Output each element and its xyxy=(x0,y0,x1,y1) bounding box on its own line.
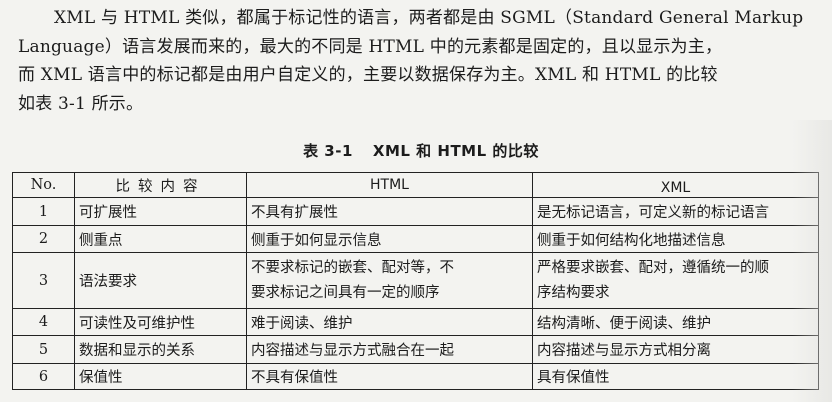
cell-line: 序结构要求 xyxy=(537,284,610,301)
cell-no: 2 xyxy=(12,225,75,253)
header-no: No. xyxy=(12,172,75,198)
paragraph-line: XML 与 HTML 类似，都属于标记性的语言，两者都是由 SGML（Stand… xyxy=(54,8,804,28)
table-title: XML 和 HTML 的比较 xyxy=(372,142,539,160)
cell-line: 不要求标记的嵌套、配对等，不 xyxy=(251,259,454,276)
cell-html: 不具有保值性 xyxy=(246,363,533,390)
cell-line: 严格要求嵌套、配对，遵循统一的顺 xyxy=(537,259,769,276)
cell-content: 可读性及可维护性 xyxy=(74,308,247,336)
cell-line: 侧重于如何显示信息 xyxy=(251,232,382,249)
header-html: HTML xyxy=(246,172,533,198)
cell-html: 侧重于如何显示信息 xyxy=(246,225,533,253)
document-page: XML 与 HTML 类似，都属于标记性的语言，两者都是由 SGML（Stand… xyxy=(0,0,832,402)
cell-no: 4 xyxy=(12,308,75,336)
cell-line: 难于阅读、维护 xyxy=(251,315,353,332)
cell-no: 3 xyxy=(12,252,75,309)
cell-xml: 是无标记语言，可定义新的标记语言 xyxy=(532,197,819,226)
cell-xml: 结构清晰、便于阅读、维护 xyxy=(532,308,819,336)
table-header-row: No. 比较内容 HTML XML xyxy=(12,172,819,198)
table-row: 3 语法要求 不要求标记的嵌套、配对等，不 要求标记之间具有一定的顺序 严格要求… xyxy=(12,252,819,309)
cell-line: 内容描述与显示方式相分离 xyxy=(537,343,711,359)
table-caption: 表 3-1 XML 和 HTML 的比较 xyxy=(0,140,832,161)
cell-xml: 具有保值性 xyxy=(532,363,819,390)
comparison-table: No. 比较内容 HTML XML 1 可扩展性 不具有扩展性 是无标记语言，可… xyxy=(12,172,819,390)
cell-content: 语法要求 xyxy=(74,252,247,309)
cell-content: 可扩展性 xyxy=(74,197,247,226)
cell-line: 不具有扩展性 xyxy=(251,205,338,221)
cell-line: 内容描述与显示方式融合在一起 xyxy=(251,343,454,359)
cell-no: 6 xyxy=(12,363,75,390)
cell-line: 侧重于如何结构化地描述信息 xyxy=(537,232,726,249)
paragraph-line: Language）语言发展而来的，最大的不同是 HTML 中的元素都是固定的，且… xyxy=(18,36,723,57)
table-row: 2 侧重点 侧重于如何显示信息 侧重于如何结构化地描述信息 xyxy=(12,225,819,253)
cell-html: 难于阅读、维护 xyxy=(246,308,533,336)
cell-line: 是无标记语言，可定义新的标记语言 xyxy=(537,205,769,221)
cell-line: 结构清晰、便于阅读、维护 xyxy=(537,315,711,332)
paragraph-line: 而 XML 语言中的标记都是由用户自定义的，主要以数据保存为主。XML 和 HT… xyxy=(18,65,718,85)
cell-content: 数据和显示的关系 xyxy=(74,335,247,364)
table-number: 表 3-1 xyxy=(303,142,353,160)
cell-line: 具有保值性 xyxy=(537,370,610,386)
cell-xml: 内容描述与显示方式相分离 xyxy=(532,335,819,364)
cell-line: 不具有保值性 xyxy=(251,370,338,386)
table-row: 1 可扩展性 不具有扩展性 是无标记语言，可定义新的标记语言 xyxy=(12,197,819,226)
cell-html: 不具有扩展性 xyxy=(246,197,533,226)
table-row: 6 保值性 不具有保值性 具有保值性 xyxy=(12,363,819,390)
cell-html: 不要求标记的嵌套、配对等，不 要求标记之间具有一定的顺序 xyxy=(246,252,533,309)
cell-no: 1 xyxy=(12,197,75,226)
page-edge-shadow xyxy=(792,120,832,402)
paragraph-line: 如表 3-1 所示。 xyxy=(18,93,144,114)
cell-html: 内容描述与显示方式融合在一起 xyxy=(246,335,533,364)
header-xml: XML xyxy=(532,172,819,198)
table-row: 4 可读性及可维护性 难于阅读、维护 结构清晰、便于阅读、维护 xyxy=(12,308,819,336)
table-row: 5 数据和显示的关系 内容描述与显示方式融合在一起 内容描述与显示方式相分离 xyxy=(12,335,819,364)
header-content: 比较内容 xyxy=(74,172,247,198)
cell-content: 侧重点 xyxy=(74,225,247,253)
cell-xml: 严格要求嵌套、配对，遵循统一的顺 序结构要求 xyxy=(532,252,819,309)
intro-paragraph: XML 与 HTML 类似，都属于标记性的语言，两者都是由 SGML（Stand… xyxy=(18,4,823,118)
cell-line: 要求标记之间具有一定的顺序 xyxy=(251,284,440,301)
cell-xml: 侧重于如何结构化地描述信息 xyxy=(532,225,819,253)
cell-no: 5 xyxy=(12,335,75,364)
cell-content: 保值性 xyxy=(74,363,247,390)
